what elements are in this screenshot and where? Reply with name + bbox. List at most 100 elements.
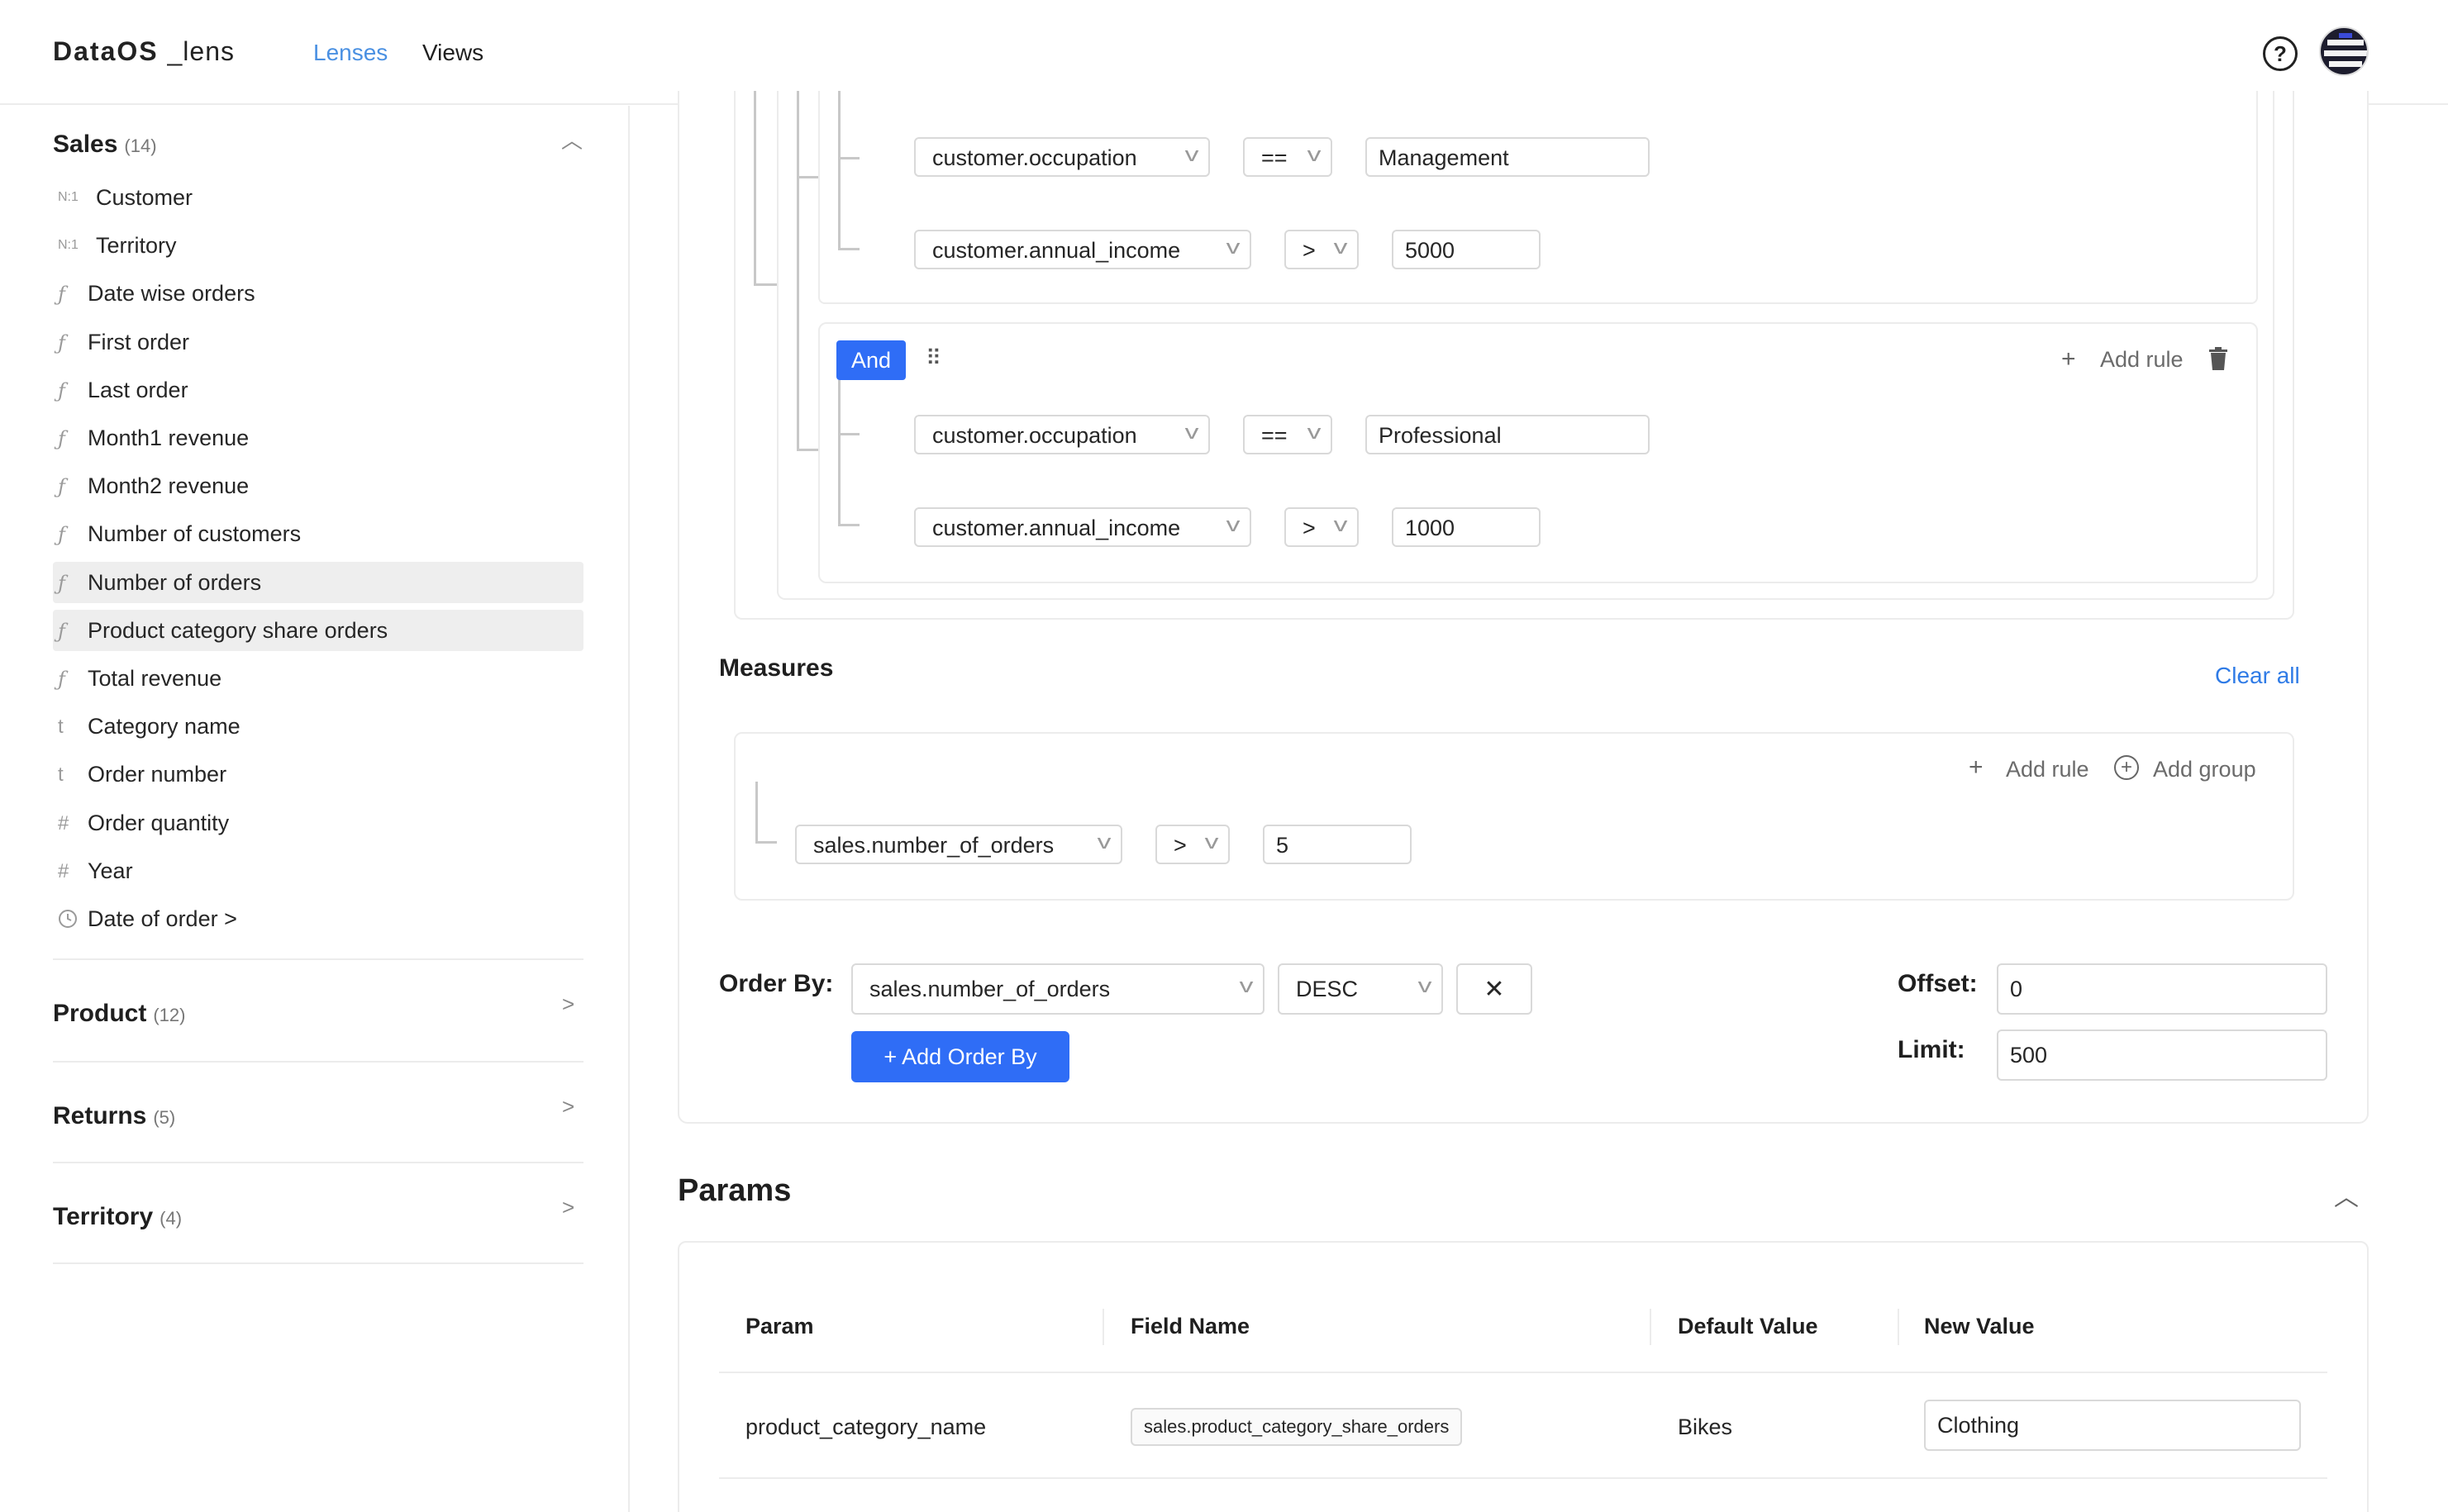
sidebar-item-label: Product category share orders [88, 618, 388, 643]
operator-select[interactable]: == v [1243, 137, 1332, 177]
filter-group-1 [818, 91, 2258, 304]
operator-select[interactable]: == v [1243, 415, 1332, 454]
value-input[interactable]: Professional [1365, 415, 1650, 454]
nav-views[interactable]: Views [422, 40, 483, 66]
sidebar-item[interactable]: ƒ Number of orders [53, 562, 583, 603]
sidebar-item-label: Date of order > [88, 906, 237, 931]
plus-icon[interactable]: + [2061, 345, 2076, 373]
offset-input[interactable]: 0 [1997, 963, 2327, 1015]
dataos-logo[interactable]: DataOS _lens [53, 36, 235, 67]
avatar[interactable] [2319, 26, 2369, 76]
number-type-icon: # [58, 812, 69, 834]
territory-section-header[interactable]: Territory (4) [53, 1203, 182, 1231]
plus-icon[interactable]: + [1969, 754, 1984, 782]
relation-icon: N:1 [58, 238, 79, 252]
sidebar-item-label: Territory [96, 233, 177, 258]
sidebar-item[interactable]: # Order quantity [53, 802, 583, 844]
operator-select[interactable]: > v [1284, 230, 1359, 269]
sales-section-header[interactable]: Sales (14) [53, 131, 157, 159]
divider [53, 1061, 583, 1063]
column-header-field-name: Field Name [1131, 1314, 1250, 1338]
sidebar-item[interactable]: ƒ Month1 revenue [53, 417, 583, 459]
field-select[interactable]: customer.occupation v [914, 137, 1210, 177]
sidebar-item[interactable]: ƒ Date wise orders [53, 273, 583, 314]
text-type-icon: t [58, 716, 64, 738]
sidebar-item[interactable]: t Category name [53, 706, 583, 747]
sidebar-item[interactable]: ƒ Last order [53, 369, 583, 411]
function-icon: ƒ [58, 283, 65, 306]
measure-value-input[interactable]: 5 [1263, 825, 1412, 864]
field-select[interactable]: customer.annual_income v [914, 230, 1251, 269]
sidebar-item-label: Month1 revenue [88, 426, 250, 450]
sidebar-item[interactable]: ƒ Month2 revenue [53, 465, 583, 506]
returns-section-header[interactable]: Returns (5) [53, 1102, 175, 1130]
relation-icon: N:1 [58, 190, 79, 204]
value-input[interactable]: 1000 [1392, 507, 1541, 547]
function-icon: ƒ [58, 475, 65, 498]
nav-lenses[interactable]: Lenses [313, 40, 388, 66]
divider [53, 1162, 583, 1163]
params-table-panel [678, 1241, 2369, 1512]
sidebar-item[interactable]: ƒ Product category share orders [53, 610, 583, 651]
combinator-and-button[interactable]: And [836, 340, 906, 380]
sidebar-item-label: Customer [96, 185, 193, 210]
add-order-by-button[interactable]: + Add Order By [851, 1031, 1069, 1082]
sidebar-item[interactable]: ƒ Total revenue [53, 658, 583, 699]
sidebar-item-label: Date wise orders [88, 281, 255, 306]
limit-input[interactable]: 500 [1997, 1029, 2327, 1081]
measure-operator-select[interactable]: > v [1155, 825, 1230, 864]
sidebar-item[interactable]: # Year [53, 850, 583, 892]
function-icon: ƒ [58, 620, 65, 643]
drag-handle-icon[interactable]: ⠿ [926, 345, 941, 371]
new-value-input[interactable]: Clothing [1924, 1400, 2301, 1451]
column-header-default-value: Default Value [1678, 1314, 1818, 1338]
chevron-right-icon[interactable]: > [562, 1195, 574, 1220]
sidebar-item[interactable]: N:1 Territory [53, 225, 583, 266]
sidebar-item[interactable]: ƒ Number of customers [53, 513, 583, 554]
chevron-right-icon[interactable]: > [562, 991, 574, 1017]
order-by-label: Order By: [719, 970, 834, 997]
field-select[interactable]: customer.occupation v [914, 415, 1210, 454]
add-rule-button[interactable]: Add rule [2100, 347, 2184, 373]
sidebar-item-label: Year [88, 858, 133, 883]
divider [53, 1262, 583, 1264]
sidebar-item-label: Last order [88, 378, 188, 402]
operator-select[interactable]: > v [1284, 507, 1359, 547]
remove-order-by-button[interactable]: ✕ [1456, 963, 1532, 1015]
add-group-icon[interactable]: + [2114, 755, 2139, 780]
order-by-direction-select[interactable]: DESC v [1278, 963, 1443, 1015]
trash-icon[interactable] [2208, 347, 2228, 370]
sidebar-item-label: Month2 revenue [88, 473, 250, 498]
param-name-cell: product_category_name [745, 1415, 987, 1439]
chevron-up-icon[interactable]: ︿ [561, 124, 583, 155]
function-icon: ƒ [58, 523, 65, 546]
chevron-up-icon[interactable]: ︿ [2334, 1177, 2359, 1213]
chevron-right-icon[interactable]: > [562, 1094, 574, 1120]
field-select[interactable]: customer.annual_income v [914, 507, 1251, 547]
sidebar-item[interactable]: N:1 Customer [53, 177, 583, 218]
offset-label: Offset: [1898, 970, 1978, 997]
sidebar-item[interactable]: ƒ First order [53, 321, 583, 363]
function-icon: ƒ [58, 572, 65, 595]
function-icon: ƒ [58, 331, 65, 354]
function-icon: ƒ [58, 427, 65, 450]
add-group-button[interactable]: Add group [2153, 757, 2256, 782]
help-icon[interactable]: ? [2263, 36, 2298, 71]
sidebar-item[interactable]: Date of order > [53, 898, 583, 939]
value-input[interactable]: Management [1365, 137, 1650, 177]
field-name-tag: sales.product_category_share_orders [1131, 1408, 1463, 1446]
measure-field-select[interactable]: sales.number_of_orders v [795, 825, 1122, 864]
sidebar-item[interactable]: t Order number [53, 754, 583, 795]
measures-title: Measures [719, 654, 834, 682]
text-type-icon: t [58, 763, 64, 786]
clock-icon [58, 909, 83, 934]
clear-all-link[interactable]: Clear all [2215, 663, 2300, 689]
product-section-header[interactable]: Product (12) [53, 1000, 185, 1028]
order-by-field-select[interactable]: sales.number_of_orders v [851, 963, 1264, 1015]
sidebar-item-label: Order quantity [88, 811, 230, 835]
value-input[interactable]: 5000 [1392, 230, 1541, 269]
add-rule-button[interactable]: Add rule [2006, 757, 2089, 782]
function-icon: ƒ [58, 379, 65, 402]
sidebar-item-label: Number of orders [88, 570, 262, 595]
sidebar-item-label: Number of customers [88, 521, 302, 546]
